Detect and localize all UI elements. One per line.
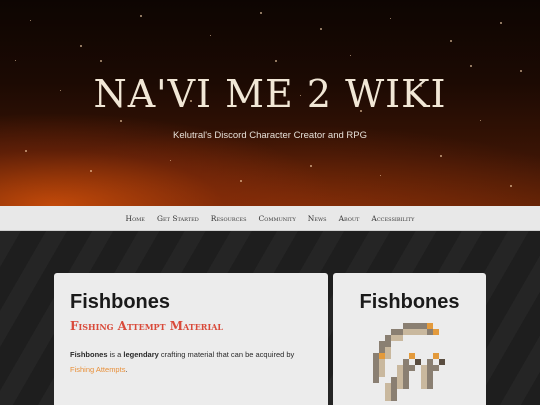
star-dot <box>210 35 211 36</box>
article-subtitle: Fishing Attempt Material <box>70 319 224 333</box>
star-dot <box>450 40 452 42</box>
infobox-title: Fishbones <box>359 291 460 313</box>
site-title[interactable]: NA'VI ME 2 WIKI <box>0 72 540 116</box>
site-subtitle: Kelutral's Discord Character Creator and… <box>173 130 367 141</box>
nav-link-get-started[interactable]: Get Started <box>157 214 199 223</box>
star-dot <box>320 28 322 30</box>
star-dot <box>25 150 27 152</box>
star-dot <box>390 18 391 19</box>
star-dot <box>170 160 171 161</box>
intro-text-1: is a <box>107 350 124 359</box>
star-dot <box>15 60 16 61</box>
article-intro: Fishbones is a legendary crafting materi… <box>70 347 310 377</box>
intro-text-2: crafting material that can be acquired b… <box>158 350 295 359</box>
star-dot <box>120 120 122 122</box>
fishing-attempts-link[interactable]: Fishing Attempts <box>70 365 125 374</box>
nav-link-news[interactable]: News <box>308 214 327 223</box>
star-dot <box>470 65 472 67</box>
nav-link-community[interactable]: Community <box>259 214 296 223</box>
star-dot <box>350 55 351 56</box>
star-dot <box>30 20 31 21</box>
star-dot <box>440 155 442 157</box>
star-dot <box>500 22 502 24</box>
fishbones-icon <box>373 323 445 401</box>
nav-link-accessibility[interactable]: Accessibility <box>371 214 414 223</box>
star-dot <box>240 180 242 182</box>
star-dot <box>380 175 381 176</box>
intro-text-3: . <box>125 365 128 374</box>
star-dot <box>90 170 92 172</box>
rarity-label: legendary <box>123 350 159 359</box>
item-name: Fishbones <box>70 350 108 359</box>
main-navigation: Home Get Started Resources Community New… <box>0 206 540 231</box>
star-dot <box>100 60 102 62</box>
article-title: Fishbones <box>70 291 171 313</box>
nav-link-resources[interactable]: Resources <box>211 214 247 223</box>
infobox-card: Fishbones <box>333 273 486 405</box>
star-dot <box>275 60 277 62</box>
star-dot <box>140 15 142 17</box>
article-card: Fishbones Fishing Attempt Material Fishb… <box>54 273 328 405</box>
nav-link-about[interactable]: About <box>339 214 360 223</box>
star-dot <box>480 120 481 121</box>
star-dot <box>80 45 82 47</box>
star-dot <box>310 165 312 167</box>
star-dot <box>510 185 512 187</box>
star-dot <box>260 12 262 14</box>
hero-banner: NA'VI ME 2 WIKI Kelutral's Discord Chara… <box>0 0 540 206</box>
nav-link-home[interactable]: Home <box>126 214 145 223</box>
